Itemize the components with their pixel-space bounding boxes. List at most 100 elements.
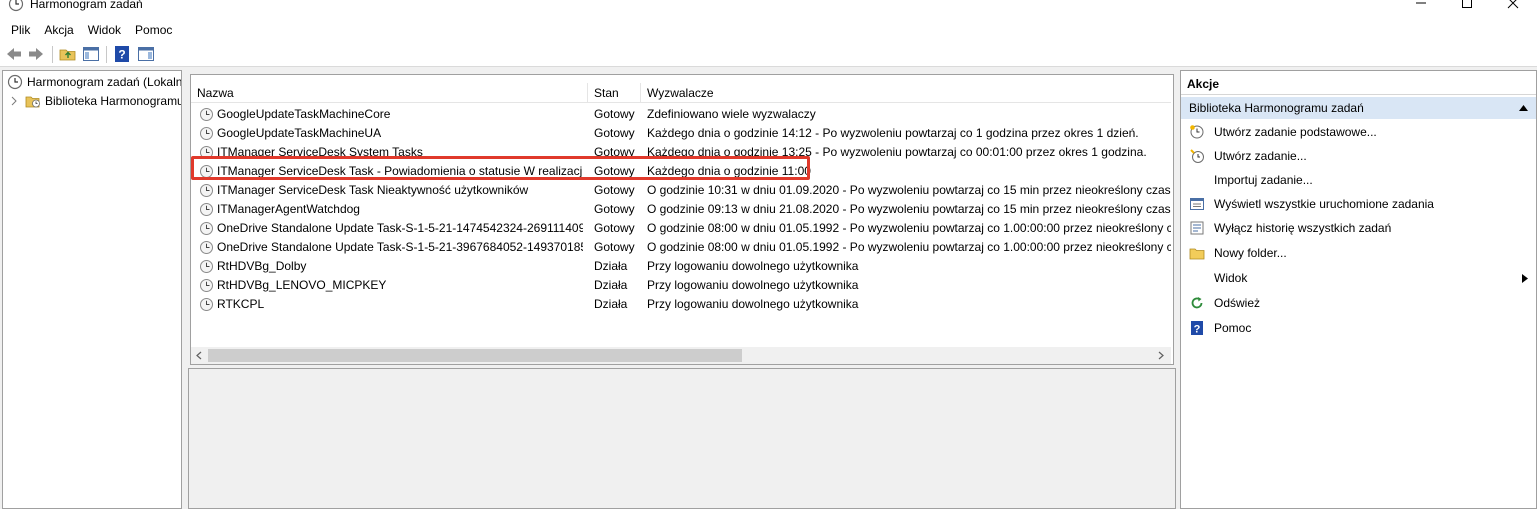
task-status: Działa [594, 297, 628, 311]
tree-root-label: Harmonogram zadań (Lokalny) [27, 75, 182, 89]
menu-help[interactable]: Pomoc [128, 18, 179, 42]
action-import-task[interactable]: Importuj zadanie... [1181, 168, 1536, 192]
task-status: Działa [594, 278, 628, 292]
task-name: GoogleUpdateTaskMachineCore [217, 107, 391, 121]
close-button[interactable] [1490, 0, 1536, 12]
show-hide-console-tree-icon[interactable] [82, 45, 100, 63]
task-list-header: Nazwa Stan Wyzwalacze [191, 83, 1171, 103]
highlight-annotation [191, 156, 810, 180]
action-new-folder[interactable]: Nowy folder... [1181, 241, 1536, 265]
folder-up-icon[interactable] [59, 45, 77, 63]
task-clock-icon [200, 298, 213, 311]
refresh-icon [1191, 297, 1203, 309]
svg-text:?: ? [1194, 324, 1201, 336]
toolbar-separator [52, 46, 53, 63]
forward-arrow-icon[interactable] [27, 45, 45, 63]
task-name: GoogleUpdateTaskMachineUA [217, 126, 382, 140]
task-trigger: Przy logowaniu dowolnego użytkownika [647, 278, 859, 292]
minimize-icon [1416, 2, 1426, 4]
table-row[interactable]: GoogleUpdateTaskMachineUA Gotowy Każdego d… [191, 124, 1171, 143]
menu-action[interactable]: Akcja [37, 18, 80, 42]
actions-section-header[interactable]: Biblioteka Harmonogramu zadań [1181, 97, 1536, 119]
clock-icon [8, 0, 24, 12]
svg-text:?: ? [118, 48, 125, 62]
toolbar-separator [106, 46, 107, 63]
help-icon: ? [1191, 321, 1203, 336]
task-clock-icon [200, 279, 213, 292]
scrollbar-thumb[interactable] [208, 349, 742, 362]
action-label: Odśwież [1214, 296, 1261, 310]
task-trigger: O godzinie 09:13 w dniu 21.08.2020 - Po … [647, 202, 1171, 216]
task-status: Gotowy [594, 221, 635, 235]
menu-bar: Plik Akcja Widok Pomoc [0, 18, 1537, 42]
action-disable-history[interactable]: Wyłącz historię wszystkich zadań [1181, 216, 1536, 240]
task-list: Nazwa Stan Wyzwalacze GoogleUpdateTaskMa… [190, 74, 1174, 365]
task-clock-icon [200, 260, 213, 273]
task-folder-icon [25, 96, 40, 108]
maximize-icon [1462, 0, 1472, 8]
table-row[interactable]: RtHDVBg_LENOVO_MICPKEY Działa Przy logowan… [191, 276, 1171, 295]
table-row[interactable]: RTKCPL Działa Przy logowaniu dowolnego uży… [191, 295, 1171, 314]
task-name: ITManagerAgentWatchdog [217, 202, 360, 216]
table-row[interactable]: OneDrive Standalone Update Task-S-1-5-21… [191, 238, 1171, 257]
action-label: Nowy folder... [1214, 246, 1287, 260]
actions-pane: Akcje Biblioteka Harmonogramu zadań Utwó… [1180, 70, 1537, 509]
horizontal-scrollbar[interactable] [191, 347, 1171, 364]
chevron-right-icon[interactable] [9, 96, 19, 106]
back-arrow-icon[interactable] [5, 45, 23, 63]
table-row[interactable]: ITManager ServiceDesk Task Nieaktywność … [191, 181, 1171, 200]
collapse-triangle-icon[interactable] [1519, 105, 1528, 111]
help-icon[interactable]: ? [113, 45, 131, 63]
task-trigger: O godzinie 08:00 w dniu 01.05.1992 - Po … [647, 221, 1171, 235]
task-trigger: O godzinie 10:31 w dniu 01.09.2020 - Po … [647, 183, 1171, 197]
action-refresh[interactable]: Odśwież [1181, 291, 1536, 315]
task-name: RtHDVBg_LENOVO_MICPKEY [217, 278, 387, 292]
table-row[interactable]: GoogleUpdateTaskMachineCore Gotowy Zdefini… [191, 105, 1171, 124]
menu-file[interactable]: Plik [4, 18, 37, 42]
scroll-left-icon[interactable] [195, 351, 203, 360]
column-header-status[interactable]: Stan [588, 83, 641, 103]
task-clock-icon [200, 222, 213, 235]
task-trigger: O godzinie 08:00 w dniu 01.05.1992 - Po … [647, 240, 1171, 254]
action-view[interactable]: Widok [1181, 266, 1536, 290]
task-name: OneDrive Standalone Update Task-S-1-5-21… [217, 221, 583, 235]
tree-root-item[interactable]: Harmonogram zadań (Lokalny) [7, 73, 182, 91]
table-row[interactable]: OneDrive Standalone Update Task-S-1-5-21… [191, 219, 1171, 238]
task-trigger: Każdego dnia o godzinie 14:12 - Po wyzwo… [647, 126, 1139, 140]
submenu-arrow-icon [1522, 274, 1528, 283]
action-label: Utwórz zadanie podstawowe... [1214, 125, 1377, 139]
task-clock-icon [200, 203, 213, 216]
column-header-name[interactable]: Nazwa [191, 83, 588, 103]
action-label: Wyłącz historię wszystkich zadań [1214, 221, 1392, 235]
action-help[interactable]: ? Pomoc [1181, 316, 1536, 340]
table-row[interactable]: RtHDVBg_Dolby Działa Przy logowaniu dowoln… [191, 257, 1171, 276]
maximize-button[interactable] [1444, 0, 1490, 12]
action-label: Utwórz zadanie... [1214, 149, 1307, 163]
column-header-triggers[interactable]: Wyzwalacze [641, 83, 1171, 103]
action-create-basic-task[interactable]: Utwórz zadanie podstawowe... [1181, 120, 1536, 144]
task-trigger: Przy logowaniu dowolnego użytkownika [647, 297, 859, 311]
action-display-running-tasks[interactable]: Wyświetl wszystkie uruchomione zadania [1181, 192, 1536, 216]
action-label: Wyświetl wszystkie uruchomione zadania [1214, 197, 1434, 211]
task-trigger: Przy logowaniu dowolnego użytkownika [647, 259, 859, 273]
tree-library-item[interactable]: Biblioteka Harmonogramu zadań [9, 92, 182, 110]
action-label: Pomoc [1214, 321, 1252, 335]
menu-view[interactable]: Widok [81, 18, 128, 42]
clock-icon [7, 74, 23, 90]
window-title: Harmonogram zadań [30, 0, 143, 11]
task-name: ITManager ServiceDesk Task Nieaktywność … [217, 183, 529, 197]
task-name: RTKCPL [217, 297, 265, 311]
task-detail-pane [188, 368, 1176, 509]
minimize-button[interactable] [1398, 0, 1444, 12]
history-icon [1190, 221, 1204, 235]
task-status: Gotowy [594, 126, 635, 140]
task-clock-icon [200, 108, 213, 121]
action-create-task[interactable]: Utwórz zadanie... [1181, 144, 1536, 168]
actions-section-label: Biblioteka Harmonogramu zadań [1189, 101, 1364, 115]
scroll-right-icon[interactable] [1157, 351, 1165, 360]
running-tasks-icon [1190, 198, 1204, 210]
tree-library-label: Biblioteka Harmonogramu zadań [45, 94, 182, 108]
folder-icon [1189, 248, 1205, 260]
table-row[interactable]: ITManagerAgentWatchdog Gotowy O godzinie 0… [191, 200, 1171, 219]
show-hide-action-pane-icon[interactable] [137, 45, 155, 63]
